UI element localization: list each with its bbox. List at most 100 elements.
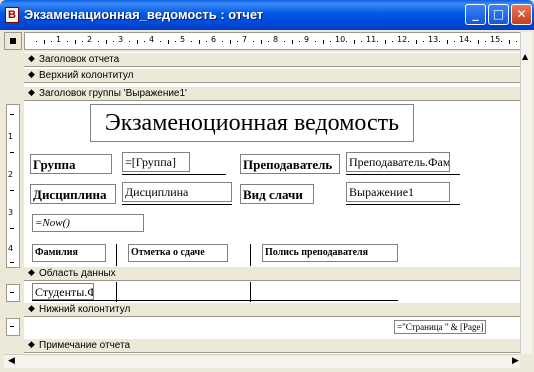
ruler-number: 4 xyxy=(8,244,14,253)
column-divider xyxy=(116,244,117,266)
ruler-tick xyxy=(82,41,83,42)
page-footer-section[interactable]: ="Страница " & [Page] xyxy=(24,318,520,336)
scroll-up-icon[interactable]: ▲ xyxy=(522,52,528,61)
ruler-tick xyxy=(10,262,14,263)
column-header-surname[interactable]: Фамилия xyxy=(32,244,106,262)
group-header-section[interactable]: Экзаменоционная ведомость Группа =[Групп… xyxy=(24,102,520,266)
teacher-field[interactable]: Преподаватель.Фам xyxy=(346,152,450,172)
band-arrow-icon: ◆ xyxy=(28,54,35,64)
exam-type-label[interactable]: Вид слачи xyxy=(240,184,314,204)
ruler-number: 10 xyxy=(335,35,346,44)
band-arrow-icon: ◆ xyxy=(28,88,35,98)
vertical-scrollbar[interactable]: ▲ xyxy=(520,32,532,354)
ruler-tick xyxy=(501,41,502,42)
band-report-footer[interactable]: ◆ Примечание отчета xyxy=(24,338,520,353)
scroll-right-icon[interactable]: ▶ xyxy=(512,356,519,366)
access-report-icon[interactable]: B xyxy=(5,7,19,23)
band-detail[interactable]: ◆ Область данных xyxy=(24,266,520,281)
date-field[interactable]: =Now() xyxy=(32,214,144,232)
ruler-tick xyxy=(175,41,176,42)
band-label: Заголовок группы 'Выражение1' xyxy=(39,88,187,99)
horizontal-ruler[interactable]: 1 2 3 4 5 6 7 8 9 10 11 12 13 14 15 xyxy=(24,32,524,50)
underline xyxy=(122,174,226,175)
ruler-tick xyxy=(361,41,362,42)
ruler-tick xyxy=(168,40,169,44)
band-arrow-icon: ◆ xyxy=(28,340,35,350)
ruler-number: 3 xyxy=(8,208,14,217)
ruler-tick xyxy=(230,40,231,44)
ruler-number: 7 xyxy=(242,35,248,44)
band-label: Верхний колонтитул xyxy=(39,70,134,81)
ruler-tick xyxy=(509,40,510,44)
ruler-number: 15 xyxy=(490,35,501,44)
ruler-number: 6 xyxy=(211,35,217,44)
ruler-tick xyxy=(222,41,223,42)
underline xyxy=(122,204,232,205)
ruler-tick xyxy=(439,41,440,42)
ruler-tick xyxy=(191,41,192,42)
column-divider xyxy=(250,282,251,302)
band-arrow-icon: ◆ xyxy=(28,70,35,80)
detail-section[interactable]: Студенты.Фа xyxy=(24,282,520,302)
ruler-tick xyxy=(113,41,114,42)
ruler-tick xyxy=(315,41,316,42)
title-bar[interactable]: B Экзаменационная_ведомость : отчет _ □ … xyxy=(0,0,534,30)
ruler-tick xyxy=(377,41,378,42)
ruler-tick xyxy=(299,41,300,42)
ruler-tick xyxy=(10,326,14,327)
ruler-tick xyxy=(160,41,161,42)
column-header-mark[interactable]: Отметка о сдаче xyxy=(128,244,228,262)
ruler-tick xyxy=(330,41,331,42)
ruler-tick xyxy=(454,41,455,42)
ruler-tick xyxy=(323,40,324,44)
ruler-tick xyxy=(51,41,52,42)
ruler-number: 2 xyxy=(8,170,14,179)
band-label: Примечание отчета xyxy=(39,340,131,351)
ruler-tick xyxy=(67,41,68,42)
teacher-label[interactable]: Преподаватель xyxy=(240,154,340,174)
ruler-tick xyxy=(10,152,14,153)
ruler-tick xyxy=(284,41,285,42)
band-page-header[interactable]: ◆ Верхний колонтитул xyxy=(24,68,520,83)
band-arrow-icon: ◆ xyxy=(28,268,35,278)
ruler-tick xyxy=(478,40,479,44)
minimize-button[interactable]: _ xyxy=(465,4,486,25)
report-selector[interactable] xyxy=(4,32,22,50)
ruler-tick xyxy=(253,41,254,42)
report-design-window: B Экзаменационная_ведомость : отчет _ □ … xyxy=(0,0,534,372)
band-page-footer[interactable]: ◆ Нижний колонтитул xyxy=(24,302,520,317)
ruler-tick xyxy=(408,41,409,42)
band-report-header[interactable]: ◆ Заголовок отчета xyxy=(24,52,520,67)
band-group-header[interactable]: ◆ Заголовок группы 'Выражение1' xyxy=(24,86,520,101)
close-button[interactable]: ✕ xyxy=(511,4,532,25)
discipline-label[interactable]: Дисциплина xyxy=(30,184,116,204)
student-surname-field[interactable]: Студенты.Фа xyxy=(32,283,94,300)
vertical-ruler[interactable]: 1 2 3 4 xyxy=(4,52,22,354)
ruler-tick xyxy=(447,40,448,44)
row-underline xyxy=(32,300,398,301)
ruler-tick xyxy=(485,41,486,42)
column-header-signature[interactable]: Полись преподавателя xyxy=(262,244,398,262)
maximize-button[interactable]: □ xyxy=(488,4,509,25)
exam-type-field[interactable]: Выражение1 xyxy=(346,182,450,202)
maximize-icon: □ xyxy=(492,7,505,21)
group-label[interactable]: Группа xyxy=(30,154,112,174)
discipline-field[interactable]: Дисциплина xyxy=(122,182,232,202)
group-field[interactable]: =[Группа] xyxy=(122,152,190,172)
underline xyxy=(346,174,460,175)
scroll-left-icon[interactable]: ◀ xyxy=(8,356,15,366)
report-title-label[interactable]: Экзаменоционная ведомость xyxy=(90,104,414,142)
ruler-tick xyxy=(346,41,347,42)
ruler-tick xyxy=(10,292,14,293)
design-surface[interactable]: ◆ Заголовок отчета ◆ Верхний колонтитул … xyxy=(24,52,520,354)
select-report-icon xyxy=(10,38,16,44)
ruler-number: 9 xyxy=(304,35,310,44)
band-label: Нижний колонтитул xyxy=(39,304,131,315)
ruler-tick xyxy=(106,40,107,44)
page-number-field[interactable]: ="Страница " & [Page] xyxy=(394,320,486,334)
band-label: Область данных xyxy=(39,268,116,279)
horizontal-scrollbar[interactable]: ◀ ▶ xyxy=(4,354,520,368)
ruler-tick xyxy=(206,41,207,42)
ruler-tick xyxy=(237,41,238,42)
ruler-tick xyxy=(98,41,99,42)
